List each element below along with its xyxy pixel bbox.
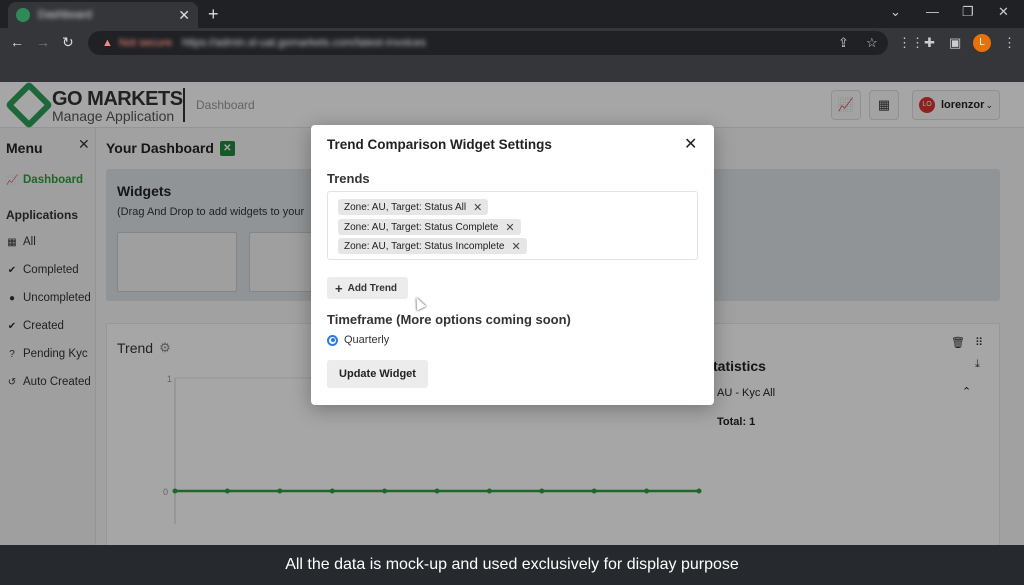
chip-label: Zone: AU, Target: Status All [344,201,467,213]
sidepanel-icon[interactable]: ▣ [949,35,961,51]
trend-settings-modal: Trend Comparison Widget Settings ✕ Trend… [311,125,714,405]
browser-tab[interactable]: Dashboard ✕ [8,2,198,28]
browser-toolbar: ← → ↻ ▲ Not secure https://admin.sl-uat.… [0,28,1024,58]
close-icon[interactable]: ✕ [684,134,697,154]
modal-title: Trend Comparison Widget Settings [327,137,552,152]
tab-title: Dashboard [38,9,92,21]
timeframe-label: Timeframe (More options coming soon) [327,312,571,327]
close-tab-icon[interactable]: ✕ [178,7,190,24]
security-label: Not secure [118,37,173,49]
trends-label: Trends [327,171,370,186]
window-close-icon[interactable]: ✕ [998,4,1009,20]
profile-avatar[interactable]: L [973,34,991,52]
bookmark-star-icon[interactable]: ☆ [866,35,878,51]
radio-selected-icon[interactable] [327,334,338,346]
extensions-icon[interactable]: ✚ [924,35,935,51]
warning-icon: ▲ [102,37,113,49]
reload-icon[interactable]: ↻ [62,34,74,51]
trend-chip[interactable]: Zone: AU, Target: Status Incomplete ✕ [338,238,527,254]
tab-search-icon[interactable]: ⌄ [890,4,901,20]
plus-icon: + [335,280,343,296]
restore-icon[interactable]: ❐ [962,4,974,20]
timeframe-radio-quarterly[interactable]: Quarterly [327,334,389,346]
forward-icon[interactable]: → [36,34,50,50]
trends-multiselect[interactable]: Zone: AU, Target: Status All ✕ Zone: AU,… [327,191,698,260]
browser-menu-icon[interactable]: ⋮ [1003,35,1016,51]
caption-banner: All the data is mock-up and used exclusi… [0,545,1024,585]
favicon-icon [16,8,30,22]
update-widget-button[interactable]: Update Widget [327,360,428,388]
bookmarks-strip [0,58,1024,82]
new-tab-icon[interactable]: + [208,4,219,25]
share-icon[interactable]: ⇪ [838,35,849,51]
remove-chip-icon[interactable]: ✕ [473,201,482,214]
add-trend-button[interactable]: + Add Trend [327,277,408,299]
apps-grid-icon[interactable]: ⋮⋮ [898,35,924,51]
add-trend-label: Add Trend [347,282,398,294]
trend-chip[interactable]: Zone: AU, Target: Status Complete ✕ [338,219,521,235]
remove-chip-icon[interactable]: ✕ [505,221,514,234]
radio-label: Quarterly [344,334,390,346]
minimize-icon[interactable]: — [926,4,939,19]
browser-tabbar: Dashboard ✕ + ⌄ — ❐ ✕ [0,0,1024,28]
url-text: https://admin.sl-uat.gomarkets.com/lates… [182,37,427,49]
address-bar[interactable]: ▲ Not secure https://admin.sl-uat.gomark… [88,31,888,55]
chip-label: Zone: AU, Target: Status Incomplete [344,240,505,252]
chip-label: Zone: AU, Target: Status Complete [344,221,499,233]
back-icon[interactable]: ← [10,34,24,50]
trend-chip[interactable]: Zone: AU, Target: Status All ✕ [338,199,489,215]
remove-chip-icon[interactable]: ✕ [511,240,520,253]
